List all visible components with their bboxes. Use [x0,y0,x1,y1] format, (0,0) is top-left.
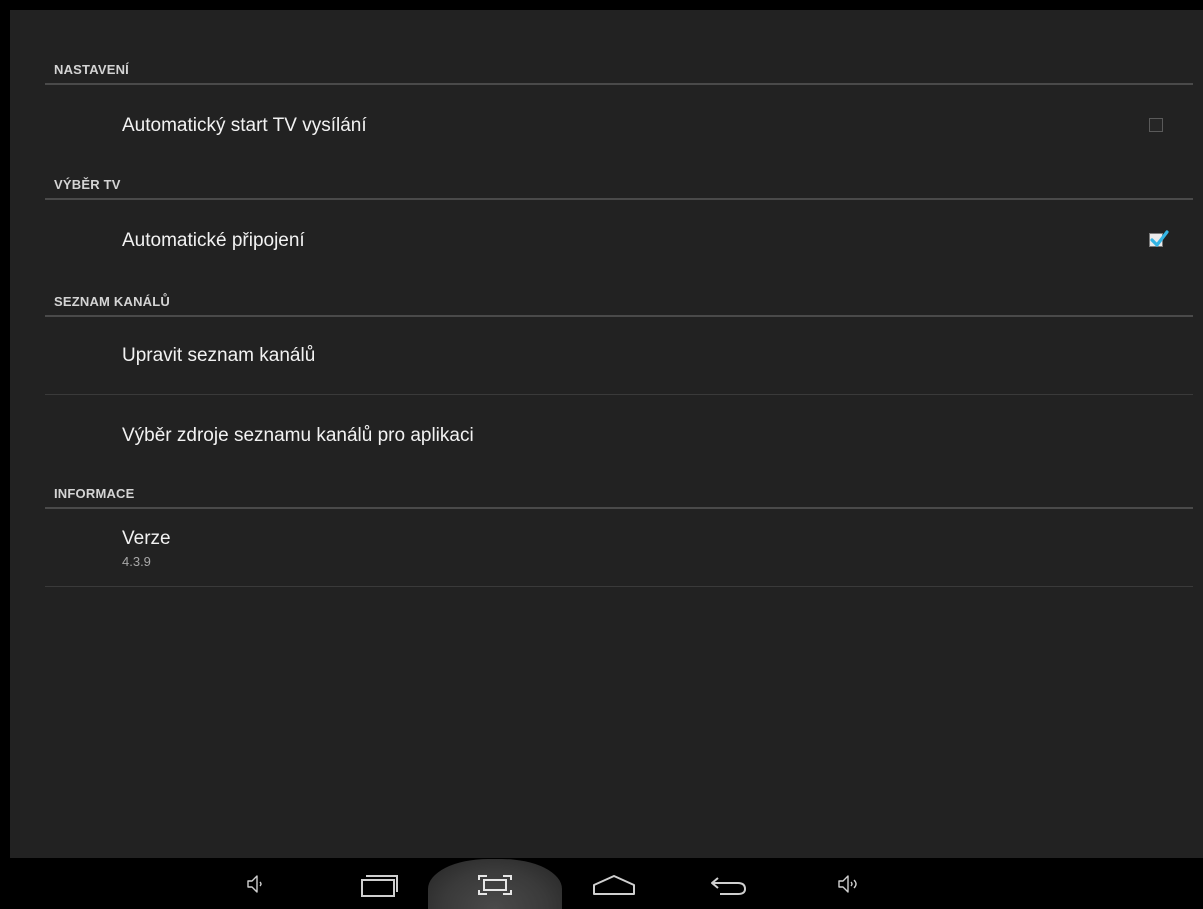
category-label: INFORMACE [54,486,135,501]
volume-down-button[interactable] [236,872,276,898]
pref-title: Upravit seznam kanálů [122,345,316,366]
volume-down-icon [247,875,262,893]
category-tv-select: VÝBĚR TV [45,170,1193,200]
home-icon [593,875,635,895]
recent-apps-icon [361,875,398,897]
screenshot-icon [478,875,512,895]
volume-up-icon [838,875,857,893]
pref-auto-connect[interactable]: Automatické připojení [45,200,1193,280]
pref-edit-channels[interactable]: Upravit seznam kanálů [45,317,1193,395]
screenshot-button[interactable] [475,872,515,898]
autostart-checkbox[interactable] [1149,118,1163,132]
system-navigation-bar [0,859,1203,909]
category-info: INFORMACE [45,479,1193,509]
volume-up-button[interactable] [830,872,870,898]
back-button[interactable] [708,872,748,898]
category-label: NASTAVENÍ [54,62,129,77]
pref-title: Výběr zdroje seznamu kanálů pro aplikaci [122,425,474,446]
pref-summary: 4.3.9 [122,554,151,569]
autoconnect-checkbox[interactable] [1149,230,1169,247]
settings-screen: NASTAVENÍ Automatický start TV vysílání … [10,10,1203,858]
category-label: SEZNAM KANÁLŮ [54,294,170,309]
home-button[interactable] [592,872,635,898]
pref-title: Automatický start TV vysílání [122,115,367,136]
checkmark-icon [1150,230,1169,247]
list-divider [45,586,1193,587]
pref-title: Verze [122,528,171,549]
category-settings: NASTAVENÍ [45,55,1193,85]
pref-channel-source[interactable]: Výběr zdroje seznamu kanálů pro aplikaci [45,395,1193,473]
recent-apps-button[interactable] [358,872,398,898]
pref-title: Automatické připojení [122,230,305,251]
pref-autostart-tv[interactable]: Automatický start TV vysílání [45,85,1193,165]
category-channel-list: SEZNAM KANÁLŮ [45,287,1193,317]
category-label: VÝBĚR TV [54,177,121,192]
back-icon [711,877,747,895]
pref-version[interactable]: Verze 4.3.9 [45,509,1193,587]
